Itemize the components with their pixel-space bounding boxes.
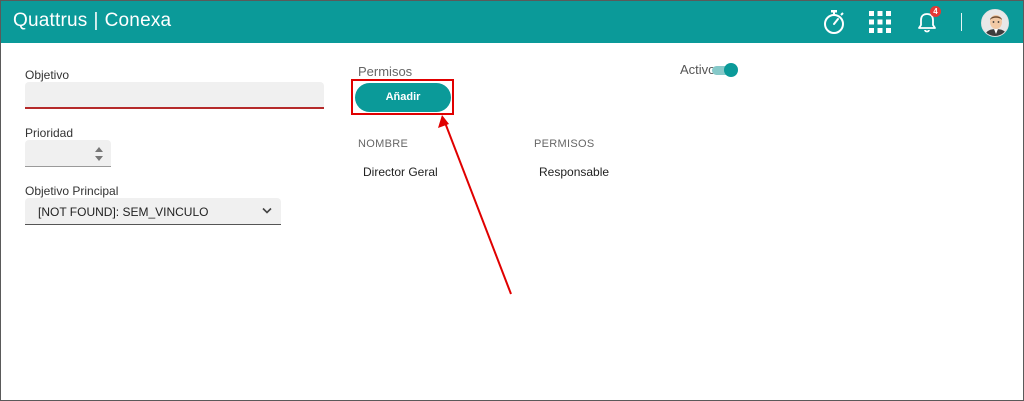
activo-toggle[interactable]	[712, 63, 738, 77]
app-brand[interactable]: Quattrus | Conexa	[13, 10, 171, 32]
objetivo-input[interactable]	[25, 82, 324, 109]
prioridad-label: Prioridad	[25, 126, 74, 140]
notification-badge: 4	[930, 6, 941, 17]
row-permiso: Responsable	[539, 165, 610, 179]
row-nombre: Director Geral	[363, 165, 438, 179]
toggle-knob	[724, 63, 738, 77]
chevron-down-icon	[262, 207, 272, 214]
activo-label: Activo	[680, 62, 716, 77]
brand-quattrus: Quattrus	[13, 10, 88, 31]
highlight-box	[351, 79, 454, 115]
objetivo-principal-select[interactable]: [NOT FOUND]: SEM_VINCULO	[25, 198, 281, 225]
annotation-arrow	[438, 115, 512, 295]
prioridad-number-input[interactable]	[25, 140, 111, 167]
objetivo-label: Objetivo	[25, 68, 70, 82]
spinner-arrows-icon[interactable]	[95, 146, 103, 162]
column-header-nombre: NOMBRE	[358, 138, 409, 150]
user-avatar[interactable]	[981, 9, 1009, 37]
top-bar: Quattrus | Conexa 4	[1, 1, 1023, 43]
objetivo-principal-value: [NOT FOUND]: SEM_VINCULO	[38, 205, 209, 219]
permisos-title: Permisos	[358, 64, 413, 79]
notifications-button[interactable]: 4	[914, 6, 941, 35]
column-header-permisos: PERMISOS	[534, 138, 595, 150]
objetivo-principal-label: Objetivo Principal	[25, 184, 119, 198]
topbar-divider	[961, 13, 962, 31]
brand-separator: |	[93, 10, 99, 31]
apps-grid-icon[interactable]	[868, 9, 892, 35]
brand-conexa: Conexa	[104, 10, 172, 31]
stopwatch-icon[interactable]	[822, 9, 846, 35]
avatar-icon	[982, 10, 1008, 36]
